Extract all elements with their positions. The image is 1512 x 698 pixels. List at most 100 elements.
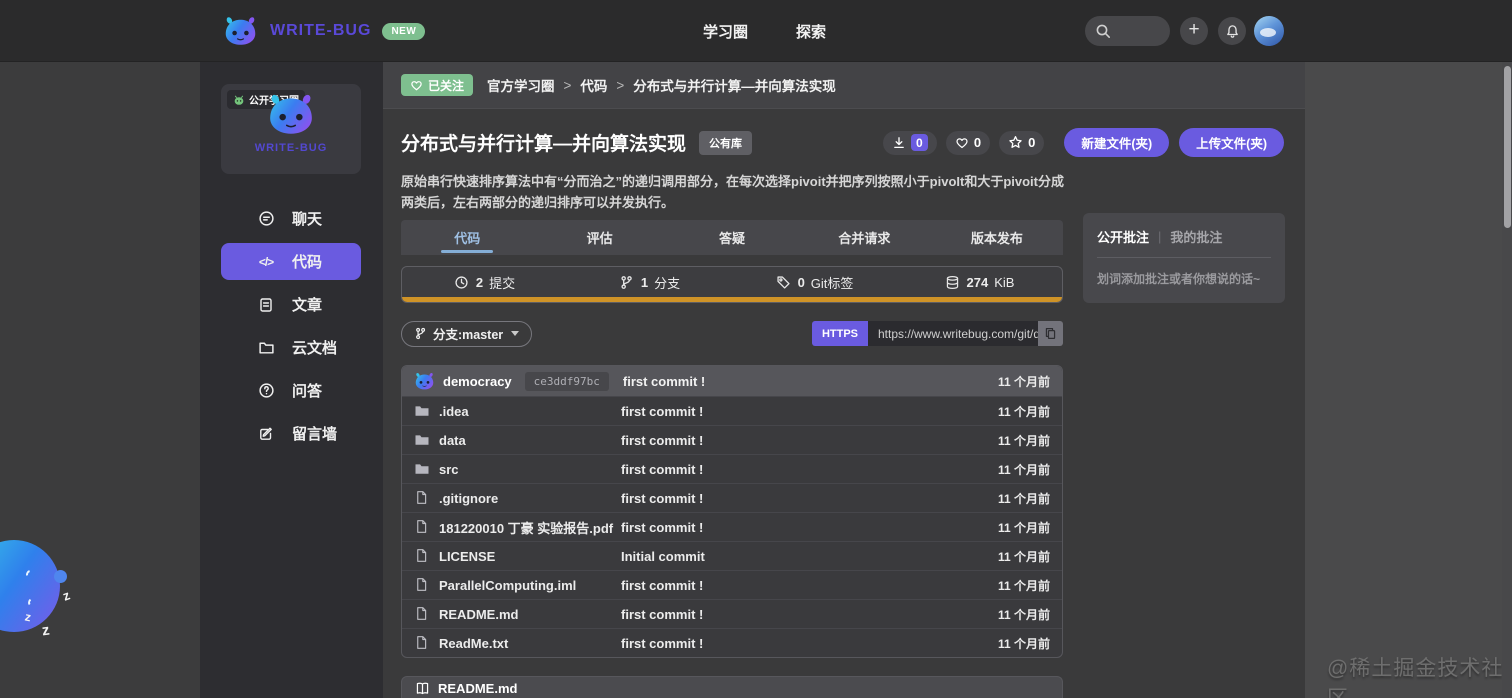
repo-description: 原始串行快速排序算法中有“分而治之”的递归调用部分，在每次选择pivoit并把序… <box>401 174 1064 210</box>
annotation-placeholder[interactable]: 划词添加批注或者你想说的话~ <box>1097 270 1271 287</box>
tab-qa[interactable]: 答疑 <box>666 220 798 255</box>
readme-title: README.md <box>438 681 518 696</box>
sidebar-item-label: 云文档 <box>292 340 338 357</box>
tab-my-annotations[interactable]: 我的批注 <box>1170 227 1222 246</box>
clone-url-group: HTTPS https://www.writebug.com/git/demo <box>811 321 1063 346</box>
circle-sidebar: 公开学习圈 WRITE-BUG 聊天 </> <box>200 62 383 698</box>
like-count: 0 <box>973 135 982 150</box>
annotation-tab-divider: | <box>1158 229 1162 244</box>
right-gutter <box>1305 62 1512 698</box>
database-icon <box>945 275 961 291</box>
latest-commit-row: democracy ce3ddf97bc first commit ! 11 个… <box>402 366 1062 396</box>
breadcrumb-repo[interactable]: 分布式与并行计算—并向算法实现 <box>633 75 836 95</box>
circle-brand-text: WRITE-BUG <box>254 142 328 154</box>
sidebar-item-message-wall[interactable]: 留言墙 <box>221 415 361 452</box>
bell-icon <box>1225 24 1240 39</box>
brand[interactable]: WRITE-BUG NEW <box>222 0 426 62</box>
article-icon <box>257 296 275 314</box>
brand-name: WRITE-BUG <box>270 22 372 39</box>
file-icon <box>414 635 430 651</box>
sidebar-item-label: 文章 <box>292 297 323 314</box>
file-row-report-pdf[interactable]: 181220010 丁豪 实验报告.pdf first commit ! 11 … <box>402 512 1062 541</box>
user-avatar[interactable] <box>1254 16 1284 46</box>
like-count-pill[interactable]: 0 <box>945 130 991 155</box>
tab-code[interactable]: 代码 <box>401 220 533 255</box>
file-row-license[interactable]: LICENSE Initial commit 11 个月前 <box>402 541 1062 570</box>
branch-selector[interactable]: 分支:master <box>401 320 533 347</box>
star-count: 0 <box>1028 135 1036 150</box>
file-list: democracy ce3ddf97bc first commit ! 11 个… <box>401 365 1063 658</box>
main-content: 已关注 官方学习圈 > 代码 > 分布式与并行计算—并向算法实现 分布式与并行计… <box>383 62 1305 698</box>
commit-author-name[interactable]: democracy <box>443 374 512 389</box>
file-row-readme-md[interactable]: README.md first commit ! 11 个月前 <box>402 599 1062 628</box>
heart-icon <box>410 79 423 92</box>
download-icon <box>892 136 906 150</box>
branch-icon <box>414 327 427 340</box>
file-row-parallelcomputing-iml[interactable]: ParallelComputing.iml first commit ! 11 … <box>402 570 1062 599</box>
circle-card[interactable]: 公开学习圈 WRITE-BUG <box>221 84 361 174</box>
create-new-button[interactable]: + <box>1180 17 1208 45</box>
file-icon <box>414 577 430 593</box>
clone-url-field[interactable]: https://www.writebug.com/git/demo <box>868 321 1038 346</box>
file-icon <box>414 519 430 535</box>
file-row-data[interactable]: data first commit ! 11 个月前 <box>402 425 1062 454</box>
new-file-button[interactable]: 新建文件(夹) <box>1064 128 1170 157</box>
branch-icon <box>619 275 635 291</box>
upload-file-button[interactable]: 上传文件(夹) <box>1179 128 1284 157</box>
chevron-down-icon <box>511 331 520 336</box>
search-icon <box>1095 23 1111 39</box>
page-scrollbar[interactable] <box>1502 62 1512 698</box>
page-body: 公开学习圈 WRITE-BUG 聊天 </> <box>0 62 1512 698</box>
branches-stat[interactable]: 1 分支 <box>567 267 732 298</box>
branch-row: 分支:master HTTPS https://www.writebug.com… <box>401 320 1063 347</box>
breadcrumb-separator: > <box>563 77 572 93</box>
download-count-pill[interactable]: 0 <box>882 130 937 155</box>
sidebar-item-label: 代码 <box>292 254 323 271</box>
repo-header: 分布式与并行计算—并向算法实现 公有库 0 0 0 新建文件(夹) 上传文件(夹… <box>401 127 1284 158</box>
copy-url-button[interactable] <box>1038 321 1063 346</box>
clock-icon <box>454 275 470 291</box>
green-bug-icon <box>233 94 245 106</box>
search-input[interactable] <box>1085 16 1170 46</box>
sidebar-item-articles[interactable]: 文章 <box>221 286 361 323</box>
https-protocol-button[interactable]: HTTPS <box>811 321 868 346</box>
tab-public-annotations[interactable]: 公开批注 <box>1097 227 1149 246</box>
edit-icon <box>257 425 275 443</box>
commit-author-avatar[interactable] <box>414 371 435 391</box>
size-stat[interactable]: 274 KiB <box>897 267 1062 298</box>
breadcrumb-bar: 已关注 官方学习圈 > 代码 > 分布式与并行计算—并向算法实现 <box>383 62 1305 109</box>
breadcrumb: 官方学习圈 > 代码 > 分布式与并行计算—并向算法实现 <box>487 75 836 95</box>
sidebar-item-qa[interactable]: 问答 <box>221 372 361 409</box>
breadcrumb-circle[interactable]: 官方学习圈 <box>487 75 555 95</box>
circle-robot-logo-icon <box>266 93 316 137</box>
language-bar <box>402 297 1062 302</box>
file-row-gitignore[interactable]: .gitignore first commit ! 11 个月前 <box>402 483 1062 512</box>
breadcrumb-section[interactable]: 代码 <box>580 75 607 95</box>
commit-message[interactable]: first commit ! <box>623 374 705 389</box>
file-row-readme-txt[interactable]: ReadMe.txt first commit ! 11 个月前 <box>402 628 1062 657</box>
scrollbar-thumb[interactable] <box>1503 66 1511 228</box>
tags-stat[interactable]: 0 Git标签 <box>732 267 897 298</box>
commits-stat[interactable]: 2 提交 <box>402 267 567 298</box>
left-gutter <box>0 62 200 698</box>
tab-merge-requests[interactable]: 合并请求 <box>798 220 930 255</box>
sidebar-item-chat[interactable]: 聊天 <box>221 200 361 237</box>
file-icon <box>414 490 430 506</box>
notifications-button[interactable] <box>1218 17 1246 45</box>
folder-icon <box>414 403 430 419</box>
sidebar-item-cloud-docs[interactable]: 云文档 <box>221 329 361 366</box>
sidebar-item-code[interactable]: </> 代码 <box>221 243 361 280</box>
repo-stats-bar: 2 提交 1 分支 0 Git标签 274 KiB <box>401 266 1063 303</box>
nav-link-circles[interactable]: 学习圈 <box>703 21 748 42</box>
followed-badge[interactable]: 已关注 <box>401 74 474 96</box>
tag-icon <box>776 275 792 291</box>
commit-hash[interactable]: ce3ddf97bc <box>524 371 609 391</box>
tab-releases[interactable]: 版本发布 <box>931 220 1063 255</box>
tab-evaluation[interactable]: 评估 <box>533 220 665 255</box>
file-row-idea[interactable]: .idea first commit ! 11 个月前 <box>402 396 1062 425</box>
star-count-pill[interactable]: 0 <box>999 130 1045 155</box>
nav-link-explore[interactable]: 探索 <box>796 21 826 42</box>
visibility-badge: 公有库 <box>699 130 753 155</box>
code-icon: </> <box>258 254 274 269</box>
file-row-src[interactable]: src first commit ! 11 个月前 <box>402 454 1062 483</box>
